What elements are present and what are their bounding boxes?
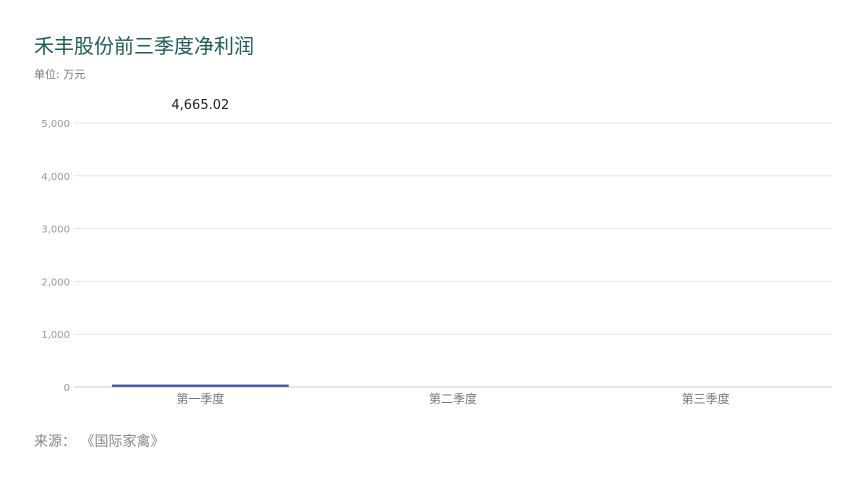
- x-category-label: 第一季度: [176, 391, 224, 406]
- x-category-label: 第三季度: [682, 391, 730, 406]
- x-axis-categories: 第一季度 第二季度 第三季度: [176, 391, 729, 406]
- y-tick-label: 5,000: [41, 119, 70, 130]
- y-tick-label: 1,000: [41, 330, 70, 341]
- chart-page: 禾丰股份前三季度净利润 单位: 万元 0 1,000 2,000 3,000 4,000…: [0, 0, 854, 480]
- data-labels: 4,665.02: [171, 98, 229, 113]
- bar-chart: 0 1,000 2,000 3,000 4,000 5,000 4,665.02 第一季度…: [41, 98, 832, 406]
- bar: [111, 384, 289, 387]
- y-axis-ticks: 0 1,000 2,000 3,000 4,000 5,000: [41, 119, 70, 394]
- y-tick-label: 0: [64, 383, 70, 394]
- y-tick-label: 4,000: [41, 172, 70, 183]
- grid-lines: [74, 122, 832, 388]
- x-category-label: 第二季度: [429, 391, 477, 406]
- data-label: 4,665.02: [171, 98, 229, 113]
- y-tick-label: 3,000: [41, 225, 70, 236]
- bars: [111, 384, 289, 387]
- source-note: 来源： 《国际家禽》: [34, 434, 165, 450]
- y-tick-label: 2,000: [41, 277, 70, 288]
